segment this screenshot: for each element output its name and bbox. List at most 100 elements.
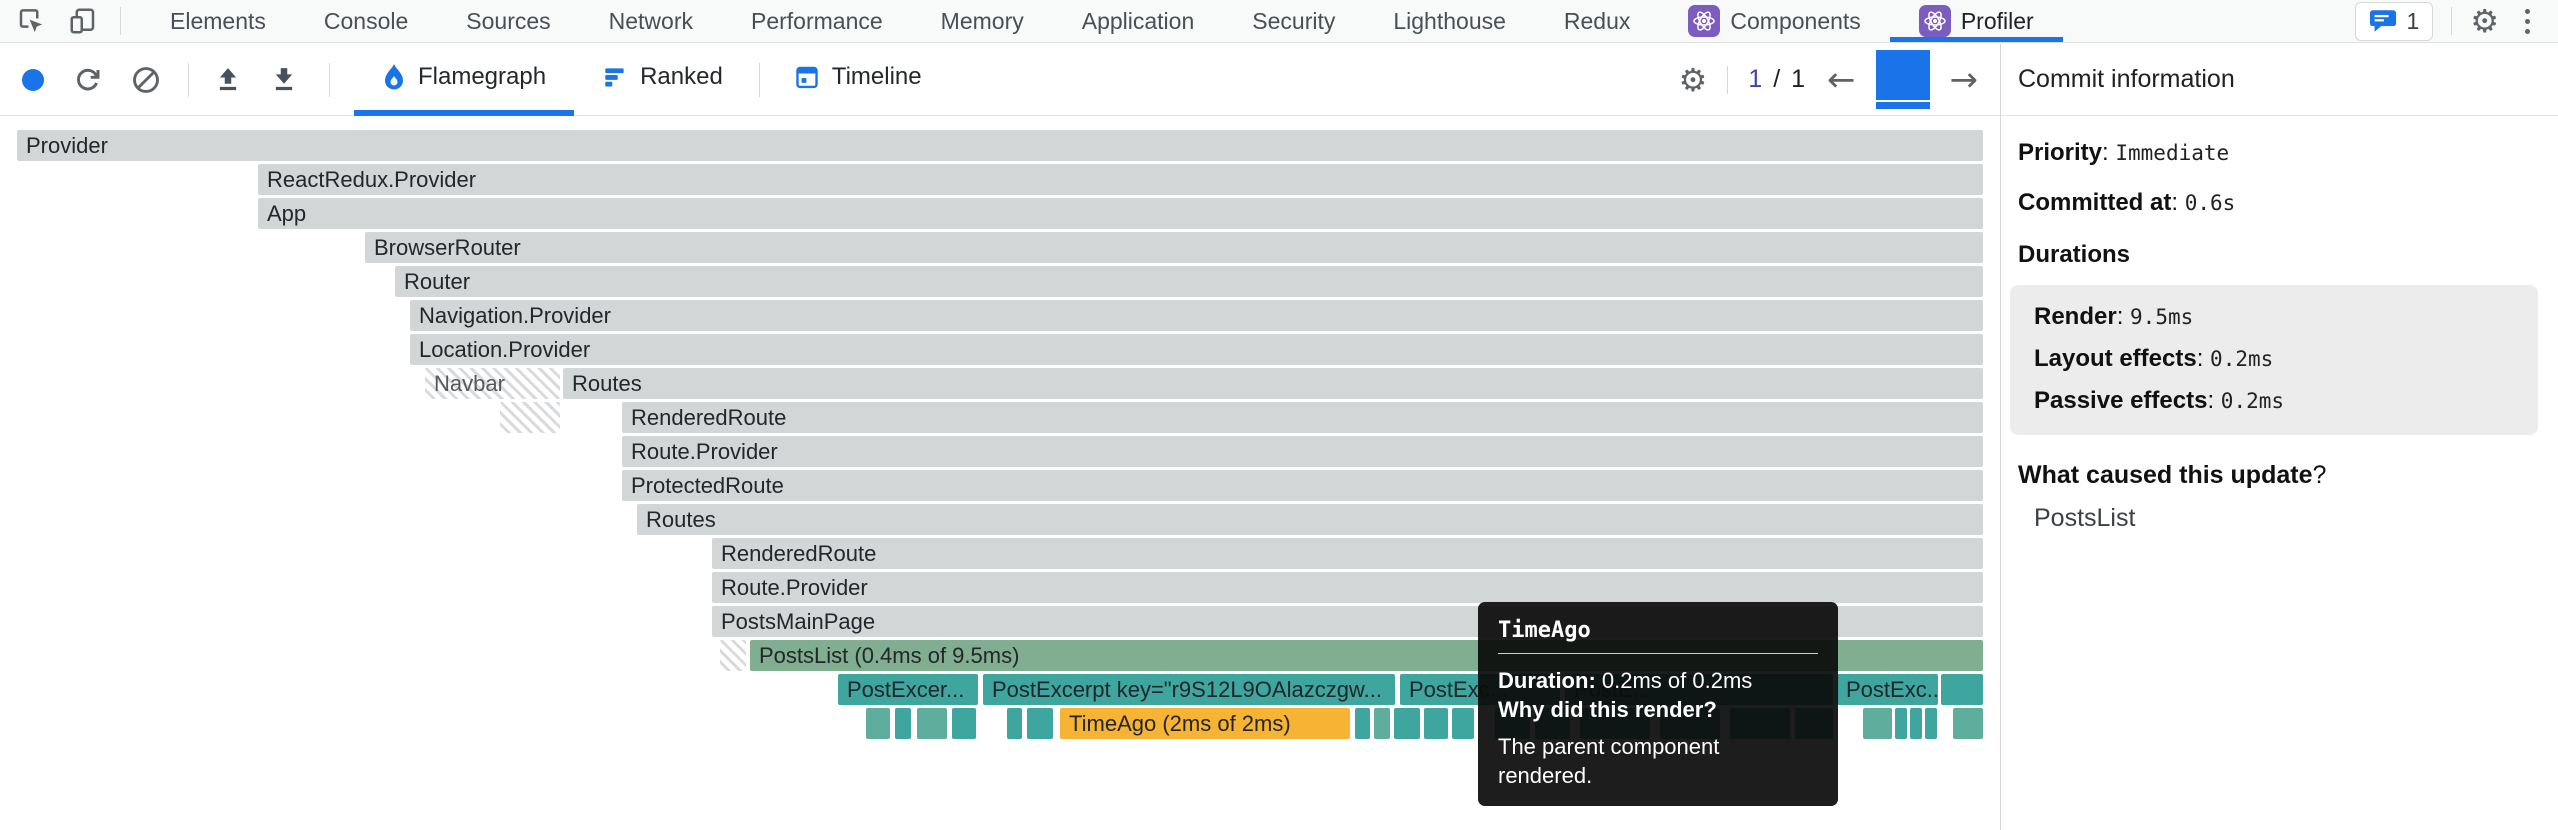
flame-bar[interactable] bbox=[917, 708, 947, 739]
comment-icon bbox=[2369, 9, 2397, 34]
tab-elements[interactable]: Elements bbox=[141, 0, 295, 42]
flame-bar-app[interactable]: App bbox=[258, 198, 1983, 229]
flame-bar[interactable] bbox=[1374, 708, 1390, 739]
previous-commit-arrow-icon[interactable]: ← bbox=[1827, 60, 1856, 100]
flame-bar[interactable] bbox=[1910, 708, 1922, 739]
tab-security[interactable]: Security bbox=[1223, 0, 1364, 42]
flame-bar[interactable] bbox=[952, 708, 976, 739]
save-profile-icon[interactable] bbox=[269, 65, 299, 95]
flamegraph-canvas[interactable]: ProviderReactRedux.ProviderAppBrowserRou… bbox=[0, 116, 2001, 830]
tooltip-why-value: The parent component rendered. bbox=[1498, 732, 1818, 790]
tooltip-why-label: Why did this render? bbox=[1498, 695, 1818, 724]
flame-bar-renderedroute[interactable]: RenderedRoute bbox=[712, 538, 1983, 569]
flame-bar-route-provider[interactable]: Route.Provider bbox=[712, 572, 1983, 603]
load-profile-icon[interactable] bbox=[213, 65, 243, 95]
reload-profile-icon[interactable] bbox=[72, 64, 104, 96]
layout-effects-row: Layout effects: 0.2ms bbox=[2034, 345, 2538, 373]
tab-sources[interactable]: Sources bbox=[437, 0, 579, 42]
flame-bar-navigation-provider[interactable]: Navigation.Provider bbox=[410, 300, 1983, 331]
tab-console[interactable]: Console bbox=[295, 0, 437, 42]
ranked-bars-icon bbox=[602, 64, 628, 90]
toolbar-separator bbox=[120, 7, 121, 35]
what-caused-title: What caused this update? bbox=[2018, 461, 2538, 490]
flame-bar-provider[interactable]: Provider bbox=[17, 130, 1983, 161]
toolbar-separator bbox=[1727, 66, 1728, 94]
view-tab-timeline[interactable]: Timeline bbox=[766, 44, 950, 116]
kebab-menu-icon[interactable] bbox=[2517, 9, 2538, 34]
view-tab-ranked[interactable]: Ranked bbox=[574, 44, 751, 116]
flame-bar-browserrouter[interactable]: BrowserRouter bbox=[365, 232, 1983, 263]
flame-bar[interactable] bbox=[1007, 708, 1022, 739]
flame-bar-routes[interactable]: Routes bbox=[563, 368, 1983, 399]
flame-bar[interactable] bbox=[1953, 708, 1983, 739]
flame-bar-routes[interactable]: Routes bbox=[637, 504, 1983, 535]
react-icon bbox=[1919, 5, 1951, 37]
issues-badge[interactable]: 1 bbox=[2355, 2, 2434, 41]
flame-bar[interactable] bbox=[500, 402, 560, 433]
priority-row: Priority: Immediate bbox=[2018, 139, 2538, 167]
commit-information-title: Commit information bbox=[2001, 44, 2558, 116]
tab-memory[interactable]: Memory bbox=[912, 0, 1053, 42]
flame-bar[interactable] bbox=[895, 708, 911, 739]
flame-bar-postexcer[interactable]: PostExcer... bbox=[838, 674, 978, 705]
commit-selector[interactable] bbox=[1876, 50, 1930, 109]
flame-bar[interactable] bbox=[1394, 708, 1420, 739]
commit-counter: 1 / 1 bbox=[1748, 65, 1807, 94]
tab-application[interactable]: Application bbox=[1053, 0, 1224, 42]
inspect-element-icon[interactable] bbox=[16, 6, 46, 36]
flame-bar-navbar[interactable]: Navbar bbox=[425, 368, 560, 399]
next-commit-arrow-icon[interactable]: → bbox=[1950, 60, 1979, 100]
tab-lighthouse[interactable]: Lighthouse bbox=[1364, 0, 1535, 42]
flame-bar-timeago-2ms-of-2ms[interactable]: TimeAgo (2ms of 2ms) bbox=[1060, 708, 1350, 739]
tab-components[interactable]: Components bbox=[1659, 0, 1889, 42]
commit-bar-strip bbox=[1876, 102, 1930, 109]
durations-title: Durations bbox=[2018, 241, 2538, 269]
flame-bar[interactable] bbox=[1895, 708, 1907, 739]
flame-bar[interactable] bbox=[1925, 708, 1937, 739]
flame-bar-postexcerpt-key-r9s12l9oalazczgw[interactable]: PostExcerpt key="r9S12L9OAlazczgw... bbox=[983, 674, 1395, 705]
devtools-tabs: Elements Console Sources Network Perform… bbox=[141, 0, 2063, 42]
flame-tooltip: TimeAgo Duration: 0.2ms of 0.2ms Why did… bbox=[1478, 602, 1838, 806]
flame-bar[interactable] bbox=[1452, 708, 1474, 739]
settings-gear-icon[interactable]: ⚙ bbox=[2470, 2, 2499, 40]
flame-bar-reactredux-provider[interactable]: ReactRedux.Provider bbox=[258, 164, 1983, 195]
flame-bar-protectedroute[interactable]: ProtectedRoute bbox=[622, 470, 1983, 501]
devtools-tabbar: Elements Console Sources Network Perform… bbox=[0, 0, 2558, 43]
flame-bar[interactable] bbox=[866, 708, 890, 739]
flame-bar-router[interactable]: Router bbox=[395, 266, 1983, 297]
cause-item[interactable]: PostsList bbox=[2018, 504, 2538, 533]
render-duration-row: Render: 9.5ms bbox=[2034, 303, 2538, 331]
record-button[interactable] bbox=[22, 69, 44, 91]
tab-profiler[interactable]: Profiler bbox=[1890, 0, 2063, 42]
toolbar-separator bbox=[759, 63, 760, 97]
flame-bar-postexc[interactable]: PostExc... bbox=[1837, 674, 1938, 705]
passive-effects-row: Passive effects: 0.2ms bbox=[2034, 387, 2538, 415]
toolbar-separator bbox=[188, 63, 189, 97]
tab-network[interactable]: Network bbox=[580, 0, 722, 42]
flame-bar-renderedroute[interactable]: RenderedRoute bbox=[622, 402, 1983, 433]
tab-performance[interactable]: Performance bbox=[722, 0, 912, 42]
flame-icon bbox=[382, 63, 406, 91]
device-toolbar-icon[interactable] bbox=[68, 6, 98, 36]
toolbar-separator bbox=[2451, 7, 2452, 35]
flame-bar[interactable] bbox=[1863, 708, 1892, 739]
commit-info-panel: Priority: Immediate Committed at: 0.6s D… bbox=[2002, 116, 2558, 830]
tooltip-component-name: TimeAgo bbox=[1498, 618, 1818, 643]
flame-bar[interactable] bbox=[1027, 708, 1053, 739]
issues-count: 1 bbox=[2407, 8, 2420, 35]
flame-bar-route-provider[interactable]: Route.Provider bbox=[622, 436, 1983, 467]
toolbar-separator bbox=[329, 63, 330, 97]
flame-bar[interactable] bbox=[1424, 708, 1448, 739]
flame-bar-location-provider[interactable]: Location.Provider bbox=[410, 334, 1983, 365]
view-tab-flamegraph[interactable]: Flamegraph bbox=[354, 44, 574, 116]
tab-redux[interactable]: Redux bbox=[1535, 0, 1659, 42]
commit-bar[interactable] bbox=[1876, 50, 1930, 100]
clear-profile-icon[interactable] bbox=[130, 64, 162, 96]
flame-bar[interactable] bbox=[1941, 674, 1983, 705]
profiler-settings-gear-icon[interactable]: ⚙ bbox=[1679, 61, 1708, 99]
flame-bar[interactable] bbox=[1355, 708, 1370, 739]
profiler-toolbar: Flamegraph Ranked Timeline ⚙ 1 / 1 ← bbox=[0, 44, 2558, 116]
committed-at-row: Committed at: 0.6s bbox=[2018, 189, 2538, 217]
flame-bar[interactable] bbox=[720, 640, 746, 671]
tooltip-duration: Duration: 0.2ms of 0.2ms bbox=[1498, 666, 1818, 695]
